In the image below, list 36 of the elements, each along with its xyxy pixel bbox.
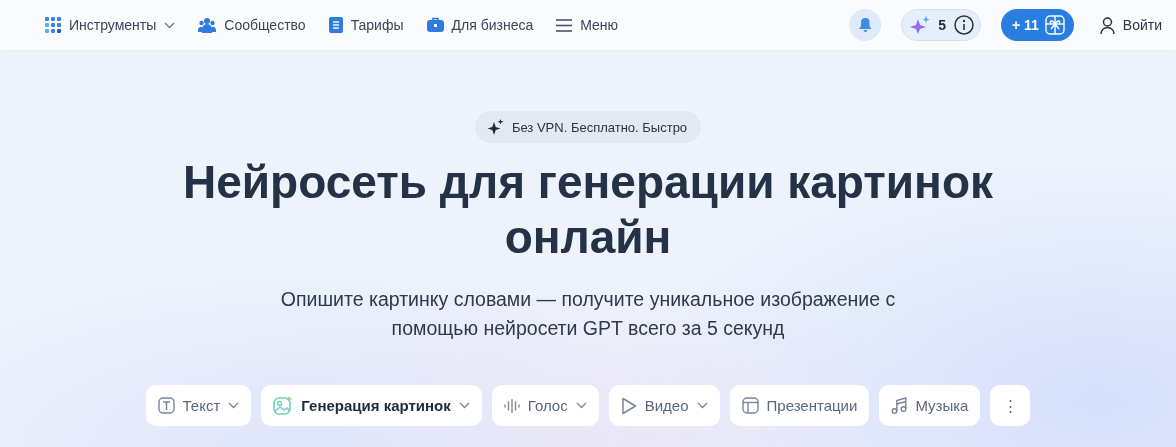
tool-tab[interactable]: Презентации	[729, 385, 870, 426]
briefcase-icon	[426, 17, 444, 33]
text-icon	[157, 397, 175, 414]
presentation-icon	[741, 397, 759, 414]
sparkle-icon	[910, 16, 931, 34]
badge-text: Без VPN. Бесплатно. Быстро	[511, 119, 688, 135]
tool-tab[interactable]: Музыка	[879, 385, 981, 426]
credits-button[interactable]: 5	[901, 9, 981, 41]
music-note-icon	[891, 397, 908, 414]
sparkle-icon	[486, 119, 504, 135]
sound-wave-icon	[503, 398, 520, 413]
page-title: Нейросеть для генерации картинок онлайн	[181, 155, 995, 265]
play-icon	[620, 396, 637, 415]
bell-icon	[858, 18, 872, 32]
grid-icon	[45, 17, 61, 33]
nav-link[interactable]: Инструменты	[45, 17, 176, 33]
document-icon	[328, 17, 343, 33]
bonus-button[interactable]: + 11	[1000, 9, 1074, 41]
user-icon	[1099, 16, 1115, 34]
image-icon	[273, 396, 294, 415]
notifications-button[interactable]	[849, 9, 882, 41]
tool-tab[interactable]: ⋮	[990, 385, 1031, 426]
nav-link[interactable]: Меню	[556, 17, 619, 33]
tool-tab[interactable]: Генерация картинок	[261, 385, 482, 426]
menu-icon	[556, 18, 573, 32]
info-icon	[953, 15, 974, 35]
tool-tab[interactable]: Текст	[145, 385, 252, 426]
tool-tab[interactable]: Голос	[491, 385, 599, 426]
login-link[interactable]: Войти	[1099, 16, 1162, 34]
nav-link[interactable]: Сообщество	[198, 17, 306, 33]
gift-icon	[1044, 15, 1065, 35]
people-icon	[198, 17, 217, 33]
nav-link[interactable]: Для бизнеса	[426, 17, 534, 33]
nav-link[interactable]: Тарифы	[328, 17, 404, 33]
tool-tab[interactable]: Видео	[608, 385, 720, 426]
page-subtitle: Опишите картинку словами — получите уникальное изображение с помощью нейросети GPT всего за 5 секунд	[279, 287, 897, 341]
